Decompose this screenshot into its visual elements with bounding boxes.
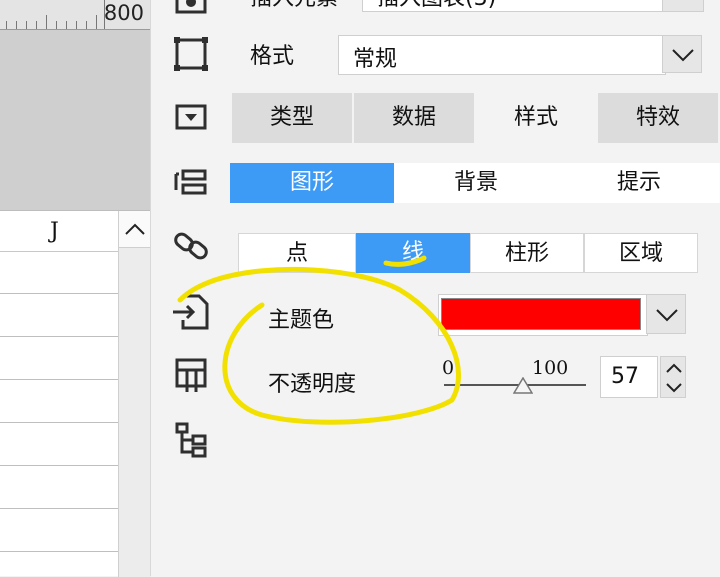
table-row[interactable]: [0, 293, 118, 294]
canvas-area: [0, 0, 150, 210]
tab-line[interactable]: 线: [356, 233, 470, 273]
table-row[interactable]: [0, 508, 118, 509]
tab-effects[interactable]: 特效: [598, 93, 718, 143]
tab-graphic[interactable]: 图形: [230, 163, 394, 203]
vertical-scrollbar[interactable]: [118, 211, 151, 577]
chevron-up-icon: [125, 223, 145, 235]
properties-panel: 插入元素 插入图表(3) 格式 常规 类型 数据 样式 特效 图形 背景 提示 …: [230, 0, 720, 576]
insert-element-dropdown[interactable]: [662, 0, 704, 12]
import-icon[interactable]: [169, 290, 213, 334]
slider-min-label: 0: [442, 357, 455, 379]
insert-element-select[interactable]: 插入图表(3): [362, 0, 666, 12]
tab-bar[interactable]: 柱形: [470, 233, 584, 273]
tab-type[interactable]: 类型: [232, 93, 352, 143]
format-select[interactable]: 常规: [338, 35, 666, 75]
slider-max-label: 100: [532, 357, 569, 379]
table-row[interactable]: [0, 465, 118, 466]
link-icon[interactable]: [169, 224, 213, 268]
opacity-stepper[interactable]: [660, 356, 686, 398]
spreadsheet-grid[interactable]: J: [0, 210, 151, 577]
tab-tooltip[interactable]: 提示: [558, 163, 720, 203]
scroll-up-button[interactable]: [119, 211, 151, 248]
opacity-input[interactable]: 57: [600, 356, 658, 398]
format-dropdown-button[interactable]: [662, 35, 702, 73]
tab-style[interactable]: 样式: [476, 93, 596, 143]
tab-point[interactable]: 点: [238, 233, 356, 273]
list-icon[interactable]: [169, 160, 213, 204]
table-row[interactable]: [0, 551, 118, 552]
slider-thumb[interactable]: [512, 376, 534, 395]
color-swatch: [441, 298, 641, 330]
theme-color-dropdown[interactable]: [646, 294, 686, 334]
column-header[interactable]: J: [0, 211, 118, 252]
tree-icon[interactable]: [169, 418, 213, 462]
chevron-down-icon: [656, 309, 678, 322]
format-value: 常规: [353, 47, 398, 72]
stepper-arrows-icon: [666, 363, 682, 393]
tab-area[interactable]: 区域: [584, 233, 698, 273]
tab-background[interactable]: 背景: [394, 163, 558, 203]
ruler: 800: [0, 0, 150, 30]
theme-color-label: 主题色: [268, 308, 335, 333]
tool-sidebar: [150, 0, 230, 576]
opacity-label: 不透明度: [268, 372, 357, 397]
table-row[interactable]: [0, 422, 118, 423]
ruler-label: 800: [103, 1, 144, 25]
dropdown-box-icon[interactable]: [169, 96, 213, 140]
column-label: J: [50, 219, 59, 244]
tab-data[interactable]: 数据: [354, 93, 474, 143]
layout-icon[interactable]: [169, 352, 213, 396]
theme-color-picker[interactable]: [438, 294, 648, 336]
frame-icon[interactable]: [169, 32, 213, 76]
table-row[interactable]: [0, 379, 118, 380]
chevron-down-icon: [672, 49, 694, 62]
insert-element-label: 插入元素: [250, 0, 338, 12]
format-label: 格式: [250, 44, 295, 69]
screenshot-icon[interactable]: [169, 0, 213, 22]
table-row[interactable]: [0, 336, 118, 337]
